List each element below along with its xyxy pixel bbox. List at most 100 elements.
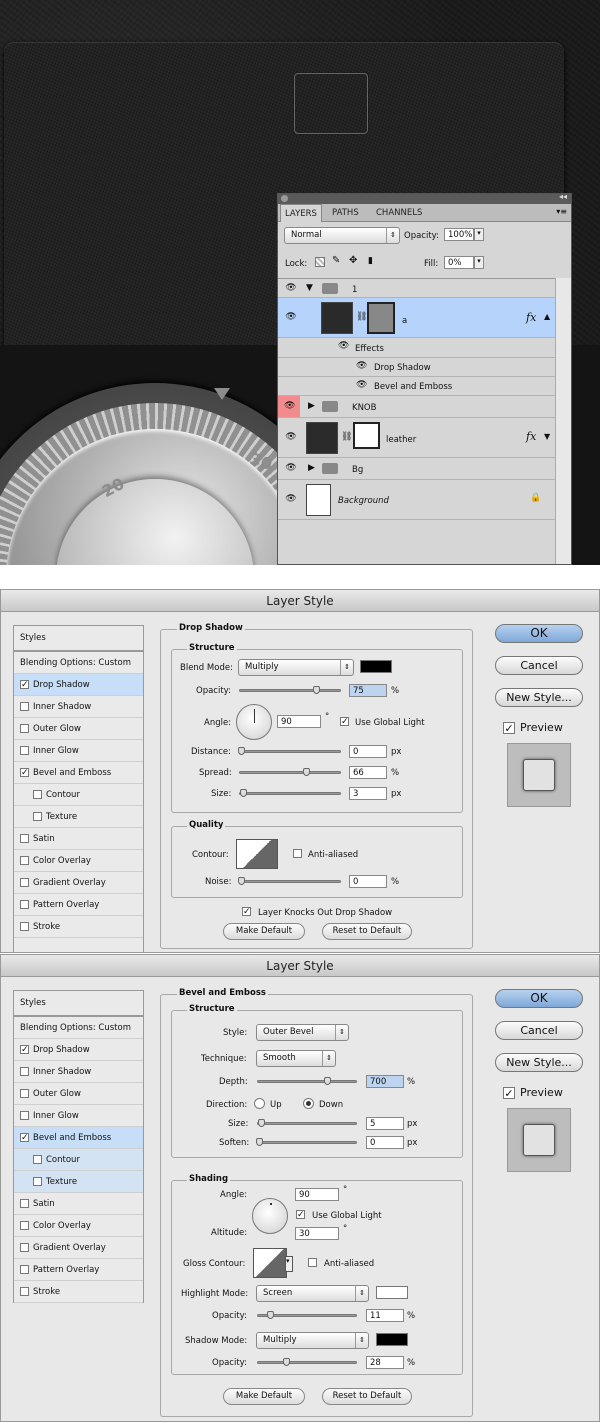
lock-paint-icon[interactable]: ✎ xyxy=(332,255,340,266)
blending-options-item[interactable]: Blending Options: Custom xyxy=(14,1017,143,1039)
style-item-drop-shadow[interactable]: ✓ Drop Shadow xyxy=(14,1039,143,1061)
checkbox[interactable] xyxy=(33,812,42,821)
depth-slider[interactable] xyxy=(257,1077,357,1085)
style-item-inner-shadow[interactable]: Inner Shadow xyxy=(14,1061,143,1083)
make-default-button[interactable]: Make Default xyxy=(223,1388,305,1405)
style-item-gradient-overlay[interactable]: Gradient Overlay xyxy=(14,1237,143,1259)
style-item-contour[interactable]: Contour xyxy=(14,784,143,806)
spread-slider[interactable] xyxy=(239,768,341,776)
highlight-color-swatch[interactable] xyxy=(376,1286,408,1299)
fx-icon[interactable]: fx xyxy=(526,430,536,443)
layer-row-group-1[interactable]: 👁 ▼ 1 xyxy=(278,278,555,298)
checkbox[interactable] xyxy=(20,922,29,931)
layers-scrollbar[interactable] xyxy=(555,278,571,564)
checkbox[interactable] xyxy=(20,1199,29,1208)
style-item-outer-glow[interactable]: Outer Glow xyxy=(14,1083,143,1105)
shadow-opacity-field[interactable]: 28 xyxy=(366,1356,404,1369)
tab-layers[interactable]: LAYERS xyxy=(280,204,322,222)
slider-thumb[interactable] xyxy=(267,1311,274,1319)
make-default-button[interactable]: Make Default xyxy=(223,923,305,940)
soften-slider[interactable] xyxy=(256,1138,357,1146)
angle-altitude-dial[interactable] xyxy=(252,1198,288,1234)
eye-icon[interactable]: 👁 xyxy=(284,283,298,293)
size-field[interactable]: 5 xyxy=(366,1117,404,1130)
shadow-mode-select[interactable]: Multiply ⇕ xyxy=(256,1332,369,1349)
distance-slider[interactable] xyxy=(238,747,341,755)
highlight-opacity-slider[interactable] xyxy=(257,1311,357,1319)
blend-mode-select[interactable]: Normal ⇕ xyxy=(284,227,400,244)
opacity-dropdown-icon[interactable]: ▾ xyxy=(474,228,484,241)
style-item-texture[interactable]: Texture xyxy=(14,1171,143,1193)
chain-link-icon[interactable]: ⛓ xyxy=(341,432,352,442)
style-item-bevel-emboss[interactable]: ✓ Bevel and Emboss xyxy=(14,762,143,784)
style-item-stroke[interactable]: Stroke xyxy=(14,1281,143,1303)
eye-icon[interactable]: 👁 xyxy=(284,312,298,322)
cancel-button[interactable]: Cancel xyxy=(495,656,583,675)
panel-titlebar[interactable]: ◂◂ xyxy=(278,192,571,204)
style-item-texture[interactable]: Texture xyxy=(14,806,143,828)
checkbox[interactable] xyxy=(20,702,29,711)
technique-select[interactable]: Smooth ⇕ xyxy=(256,1050,336,1067)
slider-thumb[interactable] xyxy=(283,1358,290,1366)
style-item-outer-glow[interactable]: Outer Glow xyxy=(14,718,143,740)
expand-effects-icon[interactable]: ▼ xyxy=(544,432,550,441)
checkbox[interactable] xyxy=(20,1221,29,1230)
checkbox[interactable]: ✓ xyxy=(20,680,29,690)
angle-field[interactable]: 90 xyxy=(277,715,321,728)
style-item-stroke[interactable]: Stroke xyxy=(14,916,143,938)
eye-icon[interactable]: 👁 xyxy=(338,341,349,351)
close-icon[interactable] xyxy=(281,195,288,202)
style-item-inner-glow[interactable]: Inner Glow xyxy=(14,1105,143,1127)
preview-checkbox[interactable]: ✓ xyxy=(503,722,515,734)
checkbox[interactable]: ✓ xyxy=(20,1045,29,1055)
checkbox[interactable] xyxy=(33,790,42,799)
new-style-button[interactable]: New Style... xyxy=(495,688,583,707)
layer-row-bg[interactable]: 👁 ▶ Bg xyxy=(278,458,555,480)
style-item-pattern-overlay[interactable]: Pattern Overlay xyxy=(14,1259,143,1281)
effects-row[interactable]: 👁 Effects xyxy=(278,338,555,358)
expand-triangle-icon[interactable]: ▼ xyxy=(306,283,313,293)
reset-default-button[interactable]: Reset to Default xyxy=(322,923,412,940)
style-item-gradient-overlay[interactable]: Gradient Overlay xyxy=(14,872,143,894)
use-global-light-checkbox[interactable]: ✓ xyxy=(340,717,349,727)
checkbox[interactable] xyxy=(20,878,29,887)
shadow-color-swatch[interactable] xyxy=(376,1333,408,1346)
slider-thumb[interactable] xyxy=(256,1138,263,1146)
checkbox[interactable] xyxy=(20,1287,29,1296)
ok-button[interactable]: OK xyxy=(495,989,583,1008)
layer-row-background[interactable]: 👁 Background 🔒 xyxy=(278,480,555,520)
style-item-color-overlay[interactable]: Color Overlay xyxy=(14,850,143,872)
style-item-bevel-emboss[interactable]: ✓ Bevel and Emboss xyxy=(14,1127,143,1149)
eye-icon[interactable]: 👁 xyxy=(284,432,298,442)
eye-icon[interactable]: 👁 xyxy=(356,361,367,371)
anti-aliased-checkbox[interactable] xyxy=(308,1258,317,1267)
tab-channels[interactable]: CHANNELS xyxy=(372,204,426,222)
checkbox[interactable] xyxy=(20,1111,29,1120)
style-item-pattern-overlay[interactable]: Pattern Overlay xyxy=(14,894,143,916)
contour-picker[interactable] xyxy=(236,839,278,869)
lock-transparency-icon[interactable] xyxy=(315,257,325,267)
styles-header[interactable]: Styles xyxy=(14,991,143,1017)
expand-triangle-icon[interactable]: ▶ xyxy=(308,463,315,473)
checkbox[interactable] xyxy=(20,1089,29,1098)
angle-field[interactable]: 90 xyxy=(295,1188,339,1201)
opacity-slider[interactable] xyxy=(239,686,341,694)
style-select[interactable]: Outer Bevel ⇕ xyxy=(256,1024,349,1041)
direction-down-radio[interactable] xyxy=(303,1098,314,1109)
highlight-opacity-field[interactable]: 11 xyxy=(366,1309,404,1322)
noise-slider[interactable] xyxy=(238,877,341,885)
tab-paths[interactable]: PATHS xyxy=(328,204,363,222)
checkbox[interactable] xyxy=(20,746,29,755)
style-item-color-overlay[interactable]: Color Overlay xyxy=(14,1215,143,1237)
style-item-inner-glow[interactable]: Inner Glow xyxy=(14,740,143,762)
slider-thumb[interactable] xyxy=(303,768,310,776)
anti-aliased-checkbox[interactable] xyxy=(293,849,302,858)
eye-icon[interactable]: 👁 xyxy=(284,494,298,504)
slider-thumb[interactable] xyxy=(238,747,245,755)
style-item-satin[interactable]: Satin xyxy=(14,1193,143,1215)
eye-icon[interactable]: 👁 xyxy=(284,463,298,473)
direction-up-radio[interactable] xyxy=(254,1098,265,1109)
checkbox[interactable] xyxy=(20,724,29,733)
checkbox[interactable] xyxy=(33,1155,42,1164)
layer-row-leather[interactable]: 👁 ⛓ leather fx ▼ xyxy=(278,418,555,458)
